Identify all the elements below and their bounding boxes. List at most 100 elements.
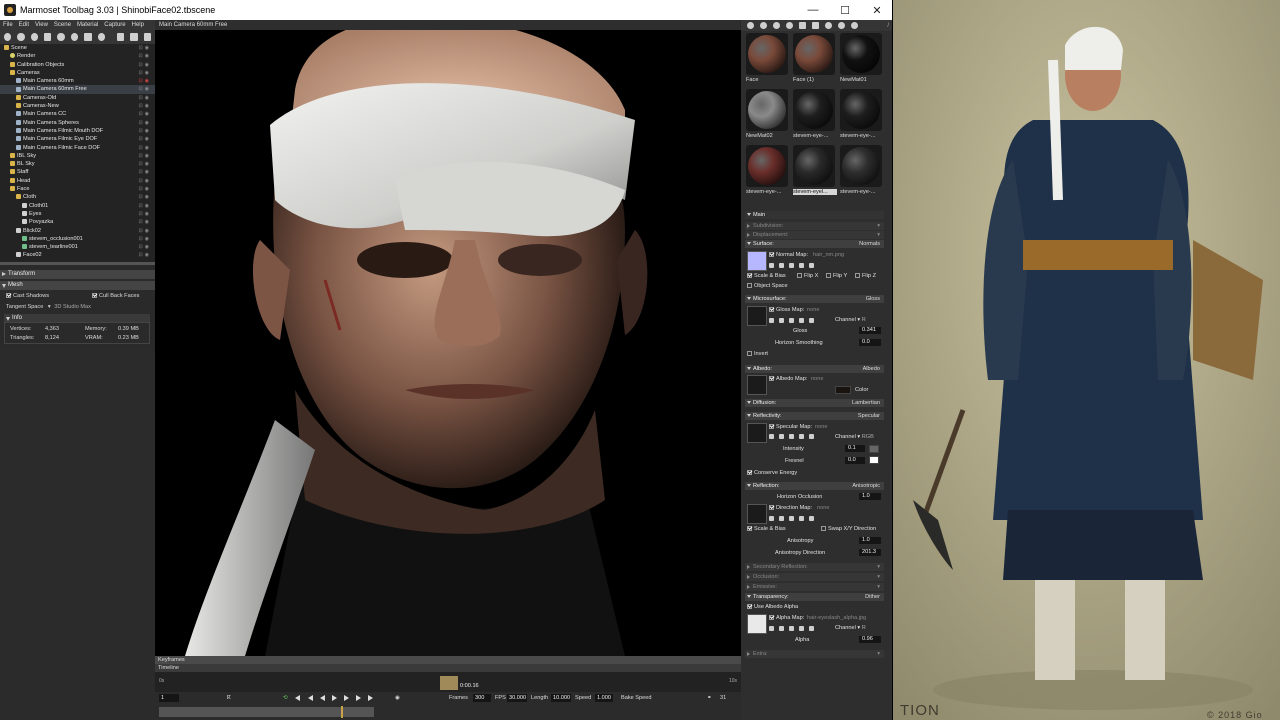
material-swatch-label[interactable]: stevem-eyel... bbox=[793, 189, 837, 195]
link-icon[interactable]: ⚭ bbox=[707, 695, 712, 701]
material-swatch-label[interactable]: NewMat02 bbox=[746, 133, 790, 139]
menu-material[interactable]: Material bbox=[74, 22, 101, 28]
flip-y-row[interactable]: Flip Y bbox=[826, 273, 847, 279]
refresh-icon[interactable] bbox=[838, 22, 845, 29]
visibility-icon[interactable]: ⊡◉ bbox=[138, 168, 151, 176]
occlusion-section[interactable]: Occlusion: ▾ bbox=[745, 573, 884, 581]
specular-map-file[interactable]: none bbox=[815, 424, 827, 430]
visibility-icon[interactable]: ⊡◉ bbox=[138, 193, 151, 201]
normal-map-thumbnail[interactable] bbox=[747, 251, 767, 271]
play-forward-icon[interactable] bbox=[356, 695, 361, 701]
visibility-icon[interactable]: ⊡◉ bbox=[138, 94, 151, 102]
visibility-icon[interactable]: ⊡◉ bbox=[138, 52, 151, 60]
material-swatch-label[interactable]: stevem-eye-... bbox=[746, 189, 790, 195]
tree-item[interactable]: Main Camera Spheres ⊡◉ bbox=[0, 119, 155, 127]
tree-item[interactable]: Cameras-Old ⊡◉ bbox=[0, 94, 155, 102]
extra-section[interactable]: Extra: ▾ bbox=[745, 650, 884, 658]
reflection-mode[interactable]: Anisotropic bbox=[852, 482, 880, 490]
albedo-mode[interactable]: Albedo bbox=[863, 365, 880, 373]
tree-item[interactable]: Main Camera 60mm ⊡◉ bbox=[0, 77, 155, 85]
tree-item[interactable]: Povyazka ⊡◉ bbox=[0, 218, 155, 226]
gloss-map-thumbnail[interactable] bbox=[747, 306, 767, 326]
material-swatch[interactable] bbox=[840, 89, 882, 131]
brush-icon[interactable] bbox=[789, 263, 794, 268]
albedo-map-file[interactable]: none bbox=[811, 376, 823, 382]
play-reverse-icon[interactable] bbox=[320, 695, 325, 701]
alpha-map-file[interactable]: hair-eyeslash_alpha.jpg bbox=[807, 615, 866, 621]
horizon-smoothing-field[interactable]: 0.0 bbox=[859, 339, 881, 346]
reflectivity-mode[interactable]: Specular bbox=[858, 412, 880, 420]
tree-item[interactable]: stevem_tearline001 ⊡◉ bbox=[0, 243, 155, 251]
menu-capture[interactable]: Capture bbox=[101, 22, 128, 28]
visibility-icon[interactable]: ⊡◉ bbox=[138, 202, 151, 210]
gloss-clear-icon[interactable] bbox=[809, 318, 814, 323]
folder-icon[interactable] bbox=[116, 33, 125, 41]
picker-icon[interactable] bbox=[786, 22, 793, 29]
gloss-map-file[interactable]: none bbox=[807, 307, 819, 313]
clear-icon[interactable] bbox=[809, 263, 814, 268]
material-swatch-label[interactable]: Face (1) bbox=[793, 77, 837, 83]
visibility-icon[interactable]: ⊡◉ bbox=[138, 119, 151, 127]
add-material-icon[interactable] bbox=[84, 33, 92, 41]
scale-bias-row[interactable]: Scale & Bias bbox=[747, 273, 786, 279]
frame-field[interactable]: 1 bbox=[159, 694, 179, 702]
tree-item[interactable]: Head ⊡◉ bbox=[0, 177, 155, 185]
swap-xy-row[interactable]: Swap X/Y Direction bbox=[821, 526, 876, 532]
keyframes-bar[interactable]: Keyframes bbox=[155, 656, 741, 664]
skip-end-icon[interactable] bbox=[368, 695, 373, 701]
tree-item[interactable]: Cameras ⊡◉ bbox=[0, 69, 155, 77]
dir-clear-icon[interactable] bbox=[809, 516, 814, 521]
gloss-brush-icon[interactable] bbox=[789, 318, 794, 323]
scale-bias-reflection-row[interactable]: Scale & Bias bbox=[747, 526, 786, 532]
anisotropy-direction-field[interactable]: 201.3 bbox=[859, 549, 881, 556]
tree-item[interactable]: Eyes ⊡◉ bbox=[0, 210, 155, 218]
main-section[interactable]: Main bbox=[745, 211, 884, 219]
normal-map-file[interactable]: hair_nm.png bbox=[813, 252, 844, 258]
rotate-icon[interactable] bbox=[799, 263, 804, 268]
albedo-color-swatch[interactable] bbox=[835, 386, 851, 394]
tree-item[interactable]: Main Camera Filmic Face DOF ⊡◉ bbox=[0, 144, 155, 152]
visibility-icon[interactable]: ⊡◉ bbox=[138, 135, 151, 143]
alpha-field[interactable]: 0.96 bbox=[859, 636, 881, 643]
open-folder-icon[interactable] bbox=[799, 22, 806, 29]
invert-row[interactable]: Invert bbox=[747, 351, 768, 357]
material-swatch[interactable] bbox=[746, 89, 788, 131]
alpha-map-thumbnail[interactable] bbox=[747, 614, 767, 634]
material-swatch[interactable] bbox=[793, 33, 835, 75]
camera-tab[interactable]: Main Camera 60mm Free bbox=[159, 22, 227, 28]
flip-x-row[interactable]: Flip X bbox=[797, 273, 818, 279]
material-swatch-label[interactable]: stevem-eye-... bbox=[840, 189, 884, 195]
material-swatch[interactable] bbox=[746, 145, 788, 187]
visibility-icon[interactable]: ⊡◉ bbox=[138, 152, 151, 160]
direction-map-file[interactable]: none bbox=[817, 505, 829, 511]
alpha-rotate-icon[interactable] bbox=[799, 626, 804, 631]
settings-icon[interactable] bbox=[851, 22, 858, 29]
new-material-icon[interactable] bbox=[747, 22, 754, 29]
dir-gear-icon[interactable] bbox=[769, 516, 774, 521]
tree-item[interactable]: Main Camera CC ⊡◉ bbox=[0, 110, 155, 118]
add-turntable-icon[interactable] bbox=[70, 33, 79, 41]
play-icon[interactable] bbox=[332, 695, 337, 701]
tree-item[interactable]: Calibration Objects ⊡◉ bbox=[0, 61, 155, 69]
alpha-channel[interactable]: Channel ▾ R bbox=[835, 625, 866, 631]
close-button[interactable]: ✕ bbox=[861, 4, 892, 17]
cast-shadows-checkbox[interactable] bbox=[6, 293, 11, 299]
save-icon[interactable] bbox=[812, 22, 819, 29]
visibility-icon[interactable]: ⊡◉ bbox=[138, 69, 151, 77]
tree-item[interactable]: Cloth01 ⊡◉ bbox=[0, 202, 155, 210]
spec-clear-icon[interactable] bbox=[809, 434, 814, 439]
tree-item[interactable]: Main Camera Filmic Mouth DOF ⊡◉ bbox=[0, 127, 155, 135]
library-icon[interactable] bbox=[825, 22, 832, 29]
material-swatch[interactable] bbox=[840, 33, 882, 75]
flip-z-row[interactable]: Flip Z bbox=[855, 273, 876, 279]
loop-icon[interactable]: ⟲ bbox=[283, 695, 288, 701]
menu-scene[interactable]: Scene bbox=[51, 22, 74, 28]
visibility-icon[interactable]: ⊡◉ bbox=[138, 251, 151, 259]
gloss-field[interactable]: 0.341 bbox=[859, 327, 881, 334]
spec-brush-icon[interactable] bbox=[789, 434, 794, 439]
fresnel-swatch[interactable] bbox=[869, 456, 879, 464]
reflection-section[interactable]: Reflection: Anisotropic bbox=[745, 482, 884, 490]
fresnel-field[interactable]: 0.0 bbox=[845, 457, 865, 464]
microsurface-mode[interactable]: Gloss bbox=[866, 295, 880, 303]
alpha-brush-icon[interactable] bbox=[789, 626, 794, 631]
